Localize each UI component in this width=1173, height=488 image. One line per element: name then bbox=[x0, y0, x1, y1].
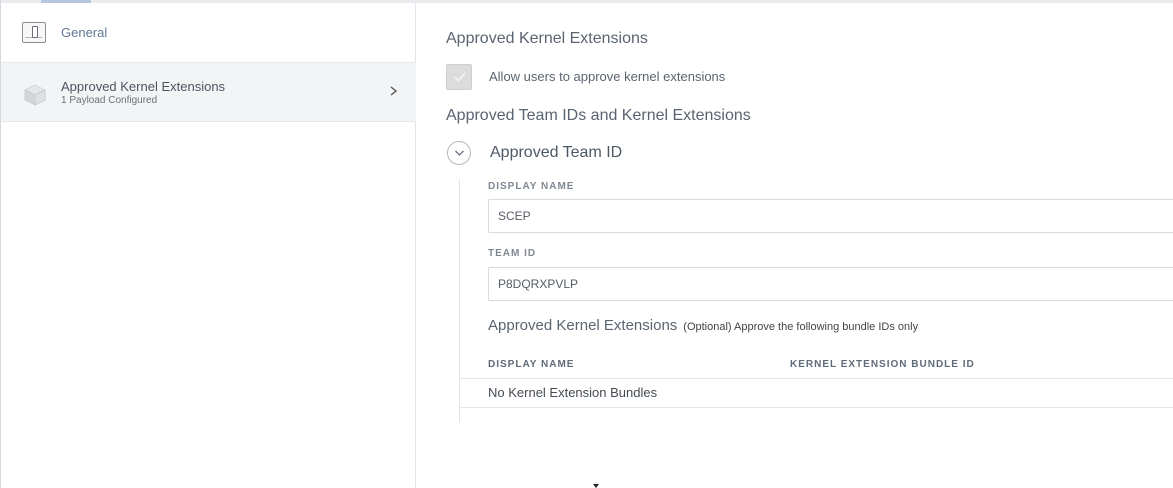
sidebar-item-general-label: General bbox=[61, 25, 108, 40]
chevron-down-icon bbox=[455, 150, 464, 156]
team-id-label: TEAM ID bbox=[488, 248, 537, 259]
table-divider-bottom bbox=[460, 407, 1173, 408]
sidebar-item-kext-sublabel: 1 Payload Configured bbox=[61, 95, 158, 106]
kext-subheading-text: Approved Kernel Extensions bbox=[488, 317, 678, 334]
kernel-extension-cube-icon bbox=[23, 83, 47, 107]
team-block-divider bbox=[459, 179, 460, 422]
chevron-right-icon bbox=[387, 84, 401, 98]
collapse-team-button[interactable] bbox=[447, 141, 471, 165]
column-header-display-name: DISPLAY NAME bbox=[488, 359, 575, 370]
app-frame: General Approved Kernel Extensions 1 Pay… bbox=[0, 0, 1173, 488]
section-title: Approved Kernel Extensions bbox=[446, 30, 648, 47]
kext-hint: (Optional) Approve the following bundle … bbox=[683, 321, 919, 333]
allow-approve-label: Allow users to approve kernel extensions bbox=[489, 69, 726, 84]
column-header-bundle-id: KERNEL EXTENSION BUNDLE ID bbox=[790, 359, 975, 370]
sidebar-item-approved-kernel-extensions[interactable]: Approved Kernel Extensions 1 Payload Con… bbox=[1, 63, 416, 122]
team-section-title: Approved Team IDs and Kernel Extensions bbox=[446, 107, 751, 124]
allow-approve-checkbox[interactable] bbox=[446, 64, 472, 90]
team-id-field[interactable]: P8DQRXPVLP bbox=[488, 267, 1173, 301]
table-empty-message: No Kernel Extension Bundles bbox=[488, 385, 658, 400]
sidebar-item-kext-label: Approved Kernel Extensions bbox=[61, 79, 226, 94]
general-icon bbox=[22, 22, 46, 43]
display-name-field[interactable]: SCEP bbox=[488, 199, 1173, 233]
mouse-cursor bbox=[593, 484, 599, 488]
kext-subheading: Approved Kernel Extensions (Optional) App… bbox=[488, 317, 918, 334]
payload-detail-panel: Approved Kernel Extensions Allow users t… bbox=[417, 3, 1173, 488]
team-entry-title: Approved Team ID bbox=[490, 144, 623, 161]
payload-sidebar: General Approved Kernel Extensions 1 Pay… bbox=[1, 3, 416, 488]
checkmark-icon bbox=[454, 72, 466, 82]
sidebar-item-general[interactable]: General bbox=[1, 3, 416, 63]
display-name-label: DISPLAY NAME bbox=[488, 181, 575, 192]
table-divider-top bbox=[460, 378, 1173, 379]
